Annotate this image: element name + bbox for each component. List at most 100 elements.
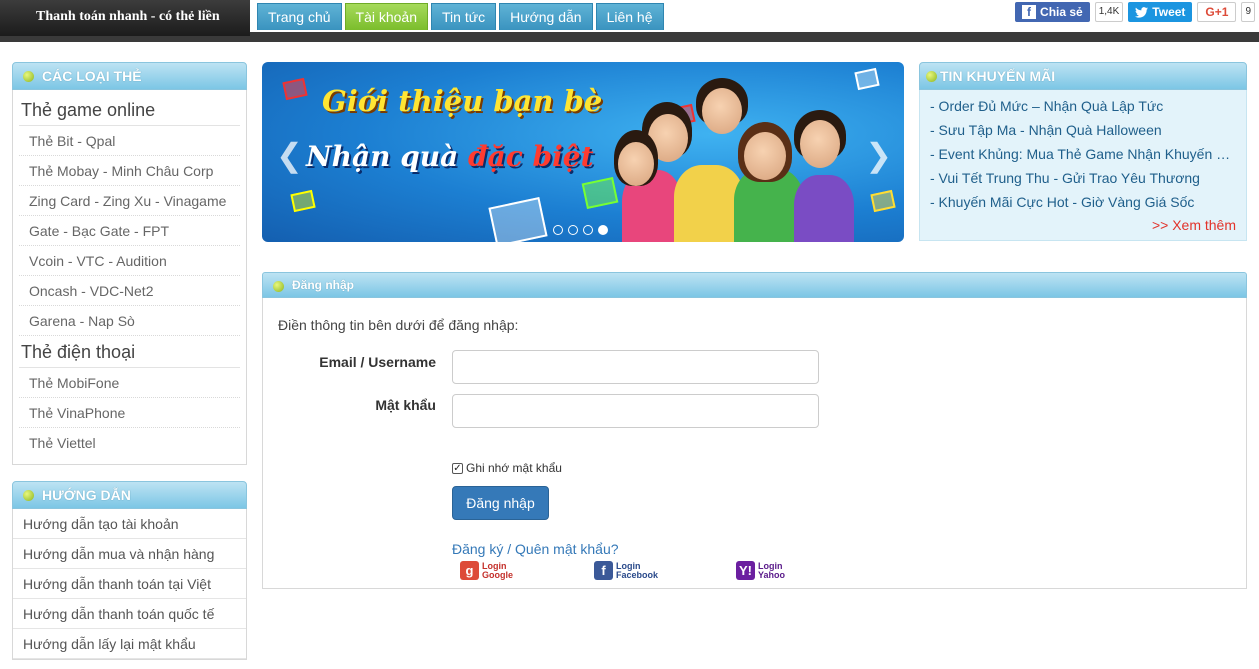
gift-icon: [488, 197, 548, 242]
google-login-line2: Google: [482, 569, 513, 580]
gift-icon: [870, 189, 896, 213]
site-slogan[interactable]: Thanh toán nhanh - có thẻ liền: [0, 0, 250, 36]
guide-header: HƯỚNG DẪN: [12, 481, 247, 509]
google-icon: g: [460, 561, 479, 580]
banner-headline: Giới thiệu bạn bè: [322, 84, 603, 118]
facebook-icon: f: [1022, 5, 1037, 19]
twitter-icon: [1135, 6, 1149, 18]
promo-item[interactable]: - Sưu Tập Ma - Nhận Quà Halloween: [930, 118, 1236, 142]
banner-subheadline: Nhận quà đặc biệt: [306, 140, 594, 173]
login-button[interactable]: Đăng nhập: [452, 486, 549, 520]
password-label: Mật khẩu: [375, 397, 436, 413]
bullet-icon: [273, 281, 284, 292]
card-item[interactable]: Garena - Nap Sò: [19, 306, 240, 336]
card-item[interactable]: Thẻ Viettel: [19, 428, 240, 458]
guide-title: HƯỚNG DẪN: [42, 487, 131, 503]
gplus-button[interactable]: G+1: [1197, 2, 1237, 22]
gift-icon: [581, 176, 619, 210]
remember-label: Ghi nhớ mật khẩu: [466, 461, 562, 475]
login-form: Điền thông tin bên dưới để đăng nhập: Em…: [262, 298, 1247, 589]
facebook-login-label: Login Facebook: [616, 561, 659, 580]
promo-header: TIN KHUYẾN MÃI: [919, 62, 1247, 90]
login-panel: Đăng nhập Điền thông tin bên dưới để đăn…: [262, 272, 1247, 589]
slide-indicators: [553, 225, 608, 235]
card-item[interactable]: Thẻ Bit - Qpal: [19, 126, 240, 156]
promo-list: - Order Đủ Mức – Nhận Quà Lập Tức - Sưu …: [919, 90, 1247, 241]
facebook-share-label: Chia sẻ: [1040, 5, 1083, 19]
guide-item[interactable]: Hướng dẫn mua và nhận hàng: [13, 539, 246, 569]
login-header: Đăng nhập: [262, 272, 1247, 298]
people-photo: [614, 70, 864, 242]
prev-slide-icon[interactable]: ❮: [276, 136, 303, 174]
facebook-share-button[interactable]: f Chia sẻ: [1015, 2, 1090, 22]
bullet-icon: [926, 71, 937, 82]
card-item[interactable]: Zing Card - Zing Xu - Vinagame: [19, 186, 240, 216]
register-forgot-link[interactable]: Đăng ký / Quên mật khẩu?: [452, 541, 619, 557]
promo-title: TIN KHUYẾN MÃI: [940, 68, 1056, 84]
guide-item[interactable]: Hướng dẫn thanh toán tại Việt: [13, 569, 246, 599]
slide-dot[interactable]: [553, 225, 563, 235]
next-slide-icon[interactable]: ❯: [865, 136, 892, 174]
guide-item[interactable]: Hướng dẫn lấy lại mật khẩu: [13, 629, 246, 659]
yahoo-login-line2: Yahoo: [758, 569, 786, 580]
facebook-login-line2: Facebook: [616, 569, 659, 580]
bullet-icon: [23, 490, 34, 501]
guide-list: Hướng dẫn tạo tài khoản Hướng dẫn mua và…: [12, 509, 247, 660]
game-cards-title[interactable]: Thẻ game online: [19, 94, 240, 126]
promo-item[interactable]: - Khuyến Mãi Cực Hot - Giờ Vàng Giá Sốc: [930, 190, 1236, 214]
card-types-list: Thẻ game online Thẻ Bit - Qpal Thẻ Mobay…: [12, 90, 247, 465]
top-bar: Thanh toán nhanh - có thẻ liền Trang chủ…: [0, 0, 1259, 42]
remember-me[interactable]: ✓ Ghi nhớ mật khẩu: [452, 461, 562, 475]
tweet-label: Tweet: [1152, 5, 1186, 19]
nav-tab-home[interactable]: Trang chủ: [257, 3, 342, 30]
card-item[interactable]: Gate - Bạc Gate - FPT: [19, 216, 240, 246]
nav-tab-news[interactable]: Tin tức: [431, 3, 497, 30]
slide-dot[interactable]: [583, 225, 593, 235]
social-share-bar: f Chia sẻ 1,4K Tweet G+1 9: [1015, 2, 1255, 22]
gift-icon: [282, 77, 308, 101]
email-field[interactable]: [452, 350, 819, 384]
card-item[interactable]: Thẻ MobiFone: [19, 368, 240, 398]
yahoo-login-label: Login Yahoo: [758, 561, 786, 580]
google-login-label: Login Google: [482, 561, 513, 580]
facebook-icon: f: [594, 561, 613, 580]
promo-banner[interactable]: Giới thiệu bạn bè Nhận quà đặc biệt ❮ ❯: [262, 62, 904, 242]
nav-tab-guide[interactable]: Hướng dẫn: [499, 3, 593, 30]
card-types-box: CÁC LOẠI THẺ Thẻ game online Thẻ Bit - Q…: [12, 62, 247, 465]
login-intro: Điền thông tin bên dưới để đăng nhập:: [278, 317, 519, 333]
bullet-icon: [23, 71, 34, 82]
card-types-title: CÁC LOẠI THẺ: [42, 68, 142, 84]
password-field[interactable]: [452, 394, 819, 428]
promo-item[interactable]: - Vui Tết Trung Thu - Gửi Trao Yêu Thươn…: [930, 166, 1236, 190]
guide-box: HƯỚNG DẪN Hướng dẫn tạo tài khoản Hướng …: [12, 481, 247, 660]
remember-checkbox[interactable]: ✓: [452, 462, 463, 474]
card-item[interactable]: Thẻ Mobay - Minh Châu Corp: [19, 156, 240, 186]
email-label: Email / Username: [319, 354, 436, 370]
login-title: Đăng nhập: [292, 278, 354, 292]
main-nav: Trang chủ Tài khoản Tin tức Hướng dẫn Li…: [257, 3, 664, 30]
promo-news-box: TIN KHUYẾN MÃI - Order Đủ Mức – Nhận Quà…: [919, 62, 1247, 242]
card-item[interactable]: Vcoin - VTC - Audition: [19, 246, 240, 276]
tweet-button[interactable]: Tweet: [1128, 2, 1193, 22]
gift-icon: [290, 189, 316, 213]
banner-subheadline-text: Nhận quà: [306, 140, 469, 173]
card-item[interactable]: Thẻ VinaPhone: [19, 398, 240, 428]
phone-cards-title[interactable]: Thẻ điện thoại: [19, 336, 240, 368]
promo-item[interactable]: - Order Đủ Mức – Nhận Quà Lập Tức: [930, 94, 1236, 118]
gplus-count: 9: [1241, 2, 1255, 22]
share-count: 1,4K: [1094, 2, 1124, 22]
nav-tab-contact[interactable]: Liên hệ: [595, 3, 664, 30]
slide-dot[interactable]: [568, 225, 578, 235]
yahoo-login-button[interactable]: Y! Login Yahoo: [736, 561, 785, 580]
slide-dot-active[interactable]: [598, 225, 608, 235]
banner-highlight: đặc biệt: [468, 140, 594, 173]
card-item[interactable]: Oncash - VDC-Net2: [19, 276, 240, 306]
google-login-button[interactable]: g Login Google: [460, 561, 513, 580]
guide-item[interactable]: Hướng dẫn thanh toán quốc tế: [13, 599, 246, 629]
nav-tab-account[interactable]: Tài khoản: [344, 3, 428, 30]
guide-item[interactable]: Hướng dẫn tạo tài khoản: [13, 509, 246, 539]
card-types-header: CÁC LOẠI THẺ: [12, 62, 247, 90]
facebook-login-button[interactable]: f Login Facebook: [594, 561, 658, 580]
promo-item[interactable]: - Event Khủng: Mua Thẻ Game Nhận Khuyến …: [930, 142, 1236, 166]
see-more-link[interactable]: >> Xem thêm: [930, 214, 1236, 236]
